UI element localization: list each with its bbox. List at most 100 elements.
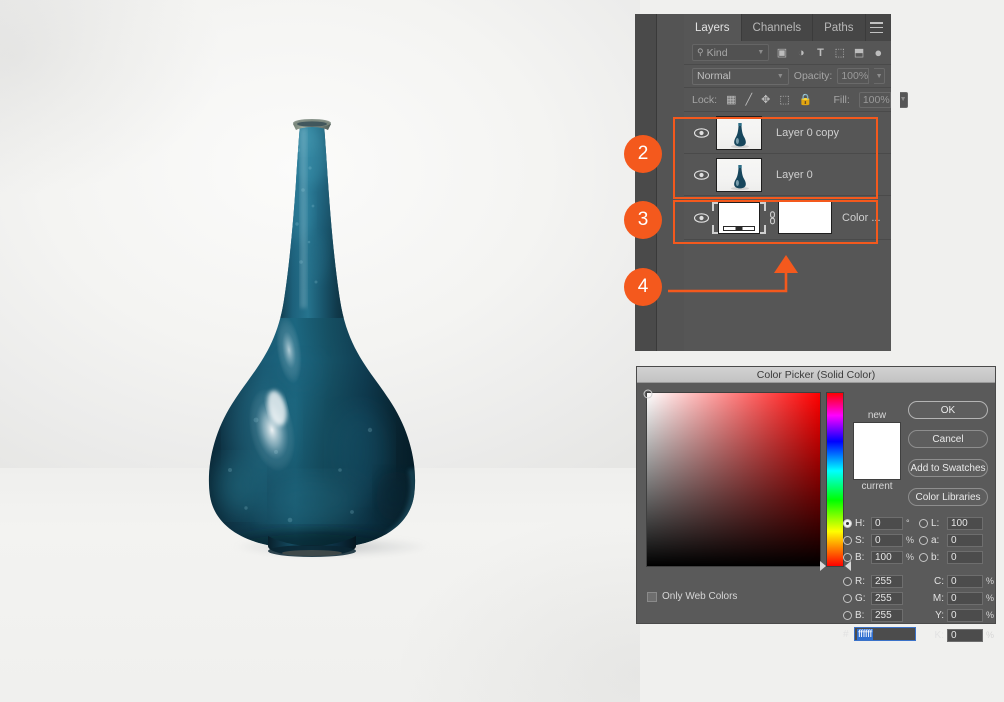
saturation-field-row[interactable]: S: 0 % xyxy=(843,532,916,548)
blend-mode-dropdown[interactable]: Normal ▼ xyxy=(692,67,789,85)
hue-label: H: xyxy=(855,517,865,529)
filter-kind-label: Kind xyxy=(706,46,728,59)
shape-layer-filter-icon[interactable]: ⬚ xyxy=(833,46,846,59)
pixel-layer-filter-icon[interactable]: ▣ xyxy=(775,46,788,59)
red-field-row[interactable]: R: 255 xyxy=(843,573,916,589)
vase-illustration xyxy=(0,0,640,702)
brightness-radio[interactable] xyxy=(843,552,852,562)
hue-input[interactable]: 0 xyxy=(871,516,903,530)
new-color-label: new xyxy=(867,410,887,421)
green-field-row[interactable]: G: 255 xyxy=(843,590,916,606)
link-chain-icon[interactable] xyxy=(766,210,778,225)
vase-thumbnail[interactable] xyxy=(716,157,762,192)
layer-mask-white[interactable] xyxy=(778,201,832,234)
table-row[interactable]: Layer 0 copy xyxy=(684,112,891,154)
type-layer-filter-icon[interactable]: T xyxy=(814,47,827,59)
eye-icon[interactable] xyxy=(688,127,714,138)
brightness-input[interactable]: 100 xyxy=(871,550,903,564)
blend-mode-value: Normal xyxy=(697,70,731,82)
eye-icon[interactable] xyxy=(688,169,714,180)
ok-button[interactable]: OK xyxy=(908,401,988,419)
cyan-field-row[interactable]: C: 0 % xyxy=(919,573,996,589)
lock-transparent-pixels-icon[interactable]: ▦ xyxy=(726,93,736,106)
new-color-swatch[interactable] xyxy=(853,422,901,480)
lab-a-field-row[interactable]: a: 0 xyxy=(919,532,996,548)
eye-icon[interactable] xyxy=(688,212,714,223)
lab-l-radio[interactable] xyxy=(919,518,928,528)
brightness-field-row[interactable]: B: 100 % xyxy=(843,549,916,565)
yellow-field-row[interactable]: Y: 0 % xyxy=(919,607,996,623)
red-input[interactable]: 255 xyxy=(871,574,903,588)
hsb-rgb-fields: H: 0 ° S: 0 % B: 100 % R: 255 G: 255 B: … xyxy=(843,515,916,641)
adjustment-layer-filter-icon[interactable]: ◑ xyxy=(795,47,808,59)
cyan-unit: % xyxy=(986,576,995,586)
lock-artboard-nesting-icon[interactable]: ⬚ xyxy=(779,93,789,106)
lock-image-pixels-icon[interactable]: ╱ xyxy=(746,93,753,106)
layer-name[interactable]: Color ... xyxy=(842,212,881,224)
lab-l-input[interactable]: 100 xyxy=(947,516,983,530)
saturation-brightness-field[interactable] xyxy=(643,389,821,567)
lock-position-icon[interactable]: ✥ xyxy=(761,93,770,106)
add-to-swatches-button[interactable]: Add to Swatches xyxy=(908,459,988,477)
hue-radio[interactable] xyxy=(843,518,852,528)
lab-b-radio[interactable] xyxy=(919,552,928,562)
table-row[interactable]: Layer 0 xyxy=(684,154,891,196)
blue-radio[interactable] xyxy=(843,610,852,620)
tab-channels[interactable]: Channels xyxy=(742,14,814,41)
dialog-buttons: OK Cancel Add to Swatches Color Librarie… xyxy=(908,401,988,517)
vase-thumbnail[interactable] xyxy=(716,115,762,150)
lock-row: Lock: ▦ ╱ ✥ ⬚ 🔒 Fill: 100% ▼ xyxy=(684,88,908,112)
black-field-row[interactable]: K: 0 % xyxy=(919,627,996,643)
magenta-input[interactable]: 0 xyxy=(947,591,983,605)
layer-name[interactable]: Layer 0 copy xyxy=(776,127,839,139)
saturation-radio[interactable] xyxy=(843,535,852,545)
lab-a-input[interactable]: 0 xyxy=(947,533,983,547)
fill-stepper-icon[interactable]: ▼ xyxy=(899,91,908,108)
black-label: K: xyxy=(934,629,944,641)
tab-paths[interactable]: Paths xyxy=(813,14,866,41)
green-radio[interactable] xyxy=(843,593,852,603)
saturation-input[interactable]: 0 xyxy=(871,533,903,547)
filter-toggle-icon[interactable]: ● xyxy=(872,45,885,60)
blue-field-row[interactable]: B: 255 xyxy=(843,607,916,623)
lab-l-label: L: xyxy=(931,517,940,529)
table-row[interactable]: Color ... xyxy=(684,196,891,240)
yellow-input[interactable]: 0 xyxy=(947,608,983,622)
blue-input[interactable]: 255 xyxy=(871,608,903,622)
only-web-colors-checkbox[interactable] xyxy=(647,591,657,602)
opacity-stepper-icon[interactable]: ▼ xyxy=(874,68,885,84)
hex-field-row[interactable]: # ffffff xyxy=(843,627,916,641)
lab-b-input[interactable]: 0 xyxy=(947,550,983,564)
only-web-colors-row[interactable]: Only Web Colors xyxy=(647,591,737,602)
lock-all-icon[interactable]: 🔒 xyxy=(799,93,813,106)
panel-tab-strip: Layers Channels Paths xyxy=(684,14,891,41)
hue-slider[interactable] xyxy=(826,392,844,567)
magenta-label: M: xyxy=(932,592,944,604)
filter-kind-dropdown[interactable]: ⚲ Kind ▼ xyxy=(692,44,770,61)
solid-color-swatch[interactable] xyxy=(712,198,766,238)
layer-name[interactable]: Layer 0 xyxy=(776,169,813,181)
fill-label: Fill: xyxy=(833,93,850,106)
fill-input[interactable]: 100% xyxy=(858,91,891,108)
lab-l-field-row[interactable]: L: 100 xyxy=(919,515,996,531)
layer-filter-row: ⚲ Kind ▼ ▣ ◑ T ⬚ ⬒ ● xyxy=(684,41,891,65)
red-radio[interactable] xyxy=(843,576,852,586)
lab-a-radio[interactable] xyxy=(919,535,928,545)
hue-field-row[interactable]: H: 0 ° xyxy=(843,515,916,531)
smart-object-filter-icon[interactable]: ⬒ xyxy=(852,46,865,59)
tab-layers[interactable]: Layers xyxy=(684,14,742,41)
screenshot-root: Layers Channels Paths ⚲ Kind ▼ ▣ ◑ T ⬚ ⬒ xyxy=(0,0,1004,702)
opacity-input[interactable]: 100% xyxy=(837,68,870,84)
black-input[interactable]: 0 xyxy=(947,628,983,642)
magenta-unit: % xyxy=(986,593,995,603)
magenta-field-row[interactable]: M: 0 % xyxy=(919,590,996,606)
cancel-button[interactable]: Cancel xyxy=(908,430,988,448)
lab-b-field-row[interactable]: b: 0 xyxy=(919,549,996,565)
chevron-down-icon: ▼ xyxy=(776,72,784,80)
hamburger-menu-icon[interactable] xyxy=(870,22,883,33)
green-input[interactable]: 255 xyxy=(871,591,903,605)
color-libraries-button[interactable]: Color Libraries xyxy=(908,488,988,506)
cyan-input[interactable]: 0 xyxy=(947,574,983,588)
hex-input[interactable]: ffffff xyxy=(854,627,916,641)
sb-marker-icon[interactable] xyxy=(643,389,653,399)
